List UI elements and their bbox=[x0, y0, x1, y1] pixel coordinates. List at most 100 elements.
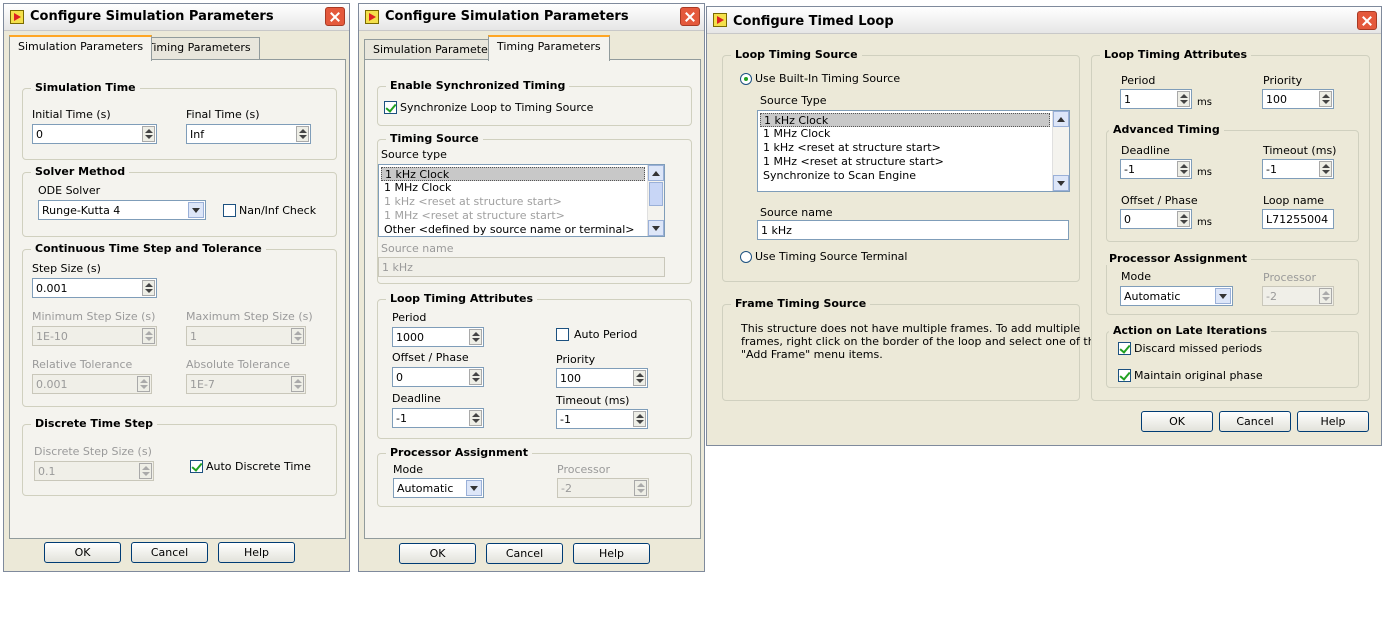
final-time-input[interactable]: Inf bbox=[186, 124, 311, 144]
list-item[interactable]: 1 MHz <reset at structure start> bbox=[760, 155, 944, 169]
spin-icon[interactable] bbox=[633, 370, 646, 386]
max-step-input[interactable]: 1 bbox=[186, 326, 306, 346]
scroll-thumb[interactable] bbox=[649, 182, 663, 206]
terminal-source-radio[interactable] bbox=[740, 251, 752, 263]
frame-timing-group: Frame Timing Source This structure does … bbox=[722, 297, 1101, 401]
scroll-up-icon[interactable] bbox=[1053, 111, 1069, 127]
list-item[interactable]: 1 MHz Clock bbox=[381, 181, 451, 195]
period-input[interactable]: 1000 bbox=[392, 327, 484, 347]
spin-icon[interactable] bbox=[1177, 211, 1190, 227]
ok-button[interactable]: OK bbox=[44, 542, 121, 563]
priority-input[interactable]: 100 bbox=[556, 368, 648, 388]
group-title: Action on Late Iterations bbox=[1109, 324, 1272, 337]
builtin-source-radio[interactable] bbox=[740, 73, 752, 85]
spin-icon[interactable] bbox=[142, 280, 155, 296]
group-title: Discrete Time Step bbox=[31, 417, 157, 430]
tab-simulation-parameters[interactable]: Simulation Parameters bbox=[364, 39, 508, 61]
maintain-phase-checkbox[interactable] bbox=[1118, 369, 1131, 382]
close-button[interactable] bbox=[325, 7, 345, 26]
auto-discrete-checkbox[interactable] bbox=[190, 460, 203, 473]
timeout-input[interactable]: -1 bbox=[556, 409, 648, 429]
spin-icon[interactable] bbox=[296, 126, 309, 142]
spin-icon[interactable] bbox=[1319, 91, 1332, 107]
nan-inf-checkbox[interactable] bbox=[223, 204, 236, 217]
priority-label: Priority bbox=[1263, 74, 1303, 87]
terminal-source-label: Use Timing Source Terminal bbox=[755, 250, 908, 263]
ode-solver-select[interactable]: Runge-Kutta 4 bbox=[38, 200, 206, 220]
list-item[interactable]: 1 kHz <reset at structure start> bbox=[760, 141, 941, 155]
ok-button[interactable]: OK bbox=[1141, 411, 1213, 432]
scroll-up-icon[interactable] bbox=[648, 165, 664, 181]
spin-icon[interactable] bbox=[1177, 161, 1190, 177]
labview-icon bbox=[10, 10, 24, 24]
deadline-input[interactable]: -1 bbox=[392, 408, 484, 428]
tab-simulation-parameters[interactable]: Simulation Parameters bbox=[9, 35, 153, 61]
list-item[interactable]: Other <defined by source name or termina… bbox=[381, 223, 634, 236]
processor-input[interactable]: -2 bbox=[557, 478, 649, 498]
spin-icon[interactable] bbox=[469, 329, 482, 345]
discrete-step-input[interactable]: 0.1 bbox=[34, 461, 154, 481]
cancel-button[interactable]: Cancel bbox=[1219, 411, 1291, 432]
source-name-field[interactable]: 1 kHz bbox=[378, 257, 665, 277]
auto-period-checkbox[interactable] bbox=[556, 328, 569, 341]
source-name-field[interactable]: 1 kHz bbox=[757, 220, 1069, 240]
list-item[interactable]: 1 kHz <reset at structure start> bbox=[381, 195, 562, 209]
list-item[interactable]: 1 MHz Clock bbox=[760, 127, 830, 141]
close-button[interactable] bbox=[680, 7, 700, 26]
min-step-input[interactable]: 1E-10 bbox=[32, 326, 157, 346]
spin-icon[interactable] bbox=[633, 411, 646, 427]
spin-icon[interactable] bbox=[469, 369, 482, 385]
timeout-input[interactable]: -1 bbox=[1262, 159, 1334, 179]
period-input[interactable]: 1 bbox=[1120, 89, 1192, 109]
mode-select[interactable]: Automatic bbox=[393, 478, 484, 498]
list-item[interactable]: 1 MHz <reset at structure start> bbox=[381, 209, 565, 223]
loop-name-field[interactable]: L71255004 bbox=[1262, 209, 1334, 229]
offset-input[interactable]: 0 bbox=[1120, 209, 1192, 229]
loop-timing-attributes-group: Loop Timing Attributes Period 1 ms Prior… bbox=[1091, 48, 1370, 401]
list-item[interactable]: Synchronize to Scan Engine bbox=[760, 169, 916, 183]
list-item[interactable]: 1 kHz Clock bbox=[760, 113, 1050, 127]
mode-label: Mode bbox=[1121, 270, 1151, 283]
offset-label: Offset / Phase bbox=[392, 351, 469, 364]
offset-input[interactable]: 0 bbox=[392, 367, 484, 387]
cancel-button[interactable]: Cancel bbox=[486, 543, 563, 564]
scrollbar[interactable] bbox=[647, 165, 664, 236]
chevron-down-icon[interactable] bbox=[466, 480, 482, 496]
scroll-down-icon[interactable] bbox=[1053, 175, 1069, 191]
processor-assignment-group: Processor Assignment Mode Automatic Proc… bbox=[1105, 252, 1359, 315]
cancel-button[interactable]: Cancel bbox=[131, 542, 208, 563]
ok-button[interactable]: OK bbox=[399, 543, 476, 564]
tab-timing-parameters[interactable]: Timing Parameters bbox=[138, 37, 260, 59]
spin-icon[interactable] bbox=[469, 410, 482, 426]
spin-icon bbox=[291, 376, 304, 392]
discrete-time-group: Discrete Time Step Discrete Step Size (s… bbox=[22, 417, 337, 496]
mode-select[interactable]: Automatic bbox=[1120, 286, 1233, 306]
chevron-down-icon[interactable] bbox=[1215, 288, 1231, 304]
abs-tolerance-input[interactable]: 1E-7 bbox=[186, 374, 306, 394]
source-type-list[interactable]: 1 kHz Clock 1 MHz Clock 1 kHz <reset at … bbox=[378, 164, 665, 237]
abs-tolerance-label: Absolute Tolerance bbox=[186, 358, 291, 371]
spin-icon[interactable] bbox=[1177, 91, 1190, 107]
tab-timing-parameters[interactable]: Timing Parameters bbox=[488, 35, 610, 61]
deadline-input[interactable]: -1 bbox=[1120, 159, 1192, 179]
processor-input[interactable]: -2 bbox=[1262, 286, 1334, 306]
scroll-down-icon[interactable] bbox=[648, 220, 664, 236]
help-button[interactable]: Help bbox=[1297, 411, 1369, 432]
help-button[interactable]: Help bbox=[218, 542, 295, 563]
spin-icon[interactable] bbox=[142, 126, 155, 142]
list-item[interactable]: 1 kHz Clock bbox=[381, 167, 645, 181]
rel-tolerance-input[interactable]: 0.001 bbox=[32, 374, 152, 394]
initial-time-input[interactable]: 0 bbox=[32, 124, 157, 144]
group-title: Advanced Timing bbox=[1109, 123, 1224, 136]
step-size-input[interactable]: 0.001 bbox=[32, 278, 157, 298]
discard-missed-checkbox[interactable] bbox=[1118, 342, 1131, 355]
help-button[interactable]: Help bbox=[573, 543, 650, 564]
chevron-down-icon[interactable] bbox=[188, 202, 204, 218]
source-type-list[interactable]: 1 kHz Clock 1 MHz Clock 1 kHz <reset at … bbox=[757, 110, 1070, 192]
close-button[interactable] bbox=[1357, 11, 1377, 30]
sync-loop-checkbox[interactable] bbox=[384, 101, 397, 114]
priority-input[interactable]: 100 bbox=[1262, 89, 1334, 109]
scrollbar[interactable] bbox=[1052, 111, 1069, 191]
title-bar: Configure Timed Loop bbox=[707, 7, 1381, 34]
spin-icon[interactable] bbox=[1319, 161, 1332, 177]
